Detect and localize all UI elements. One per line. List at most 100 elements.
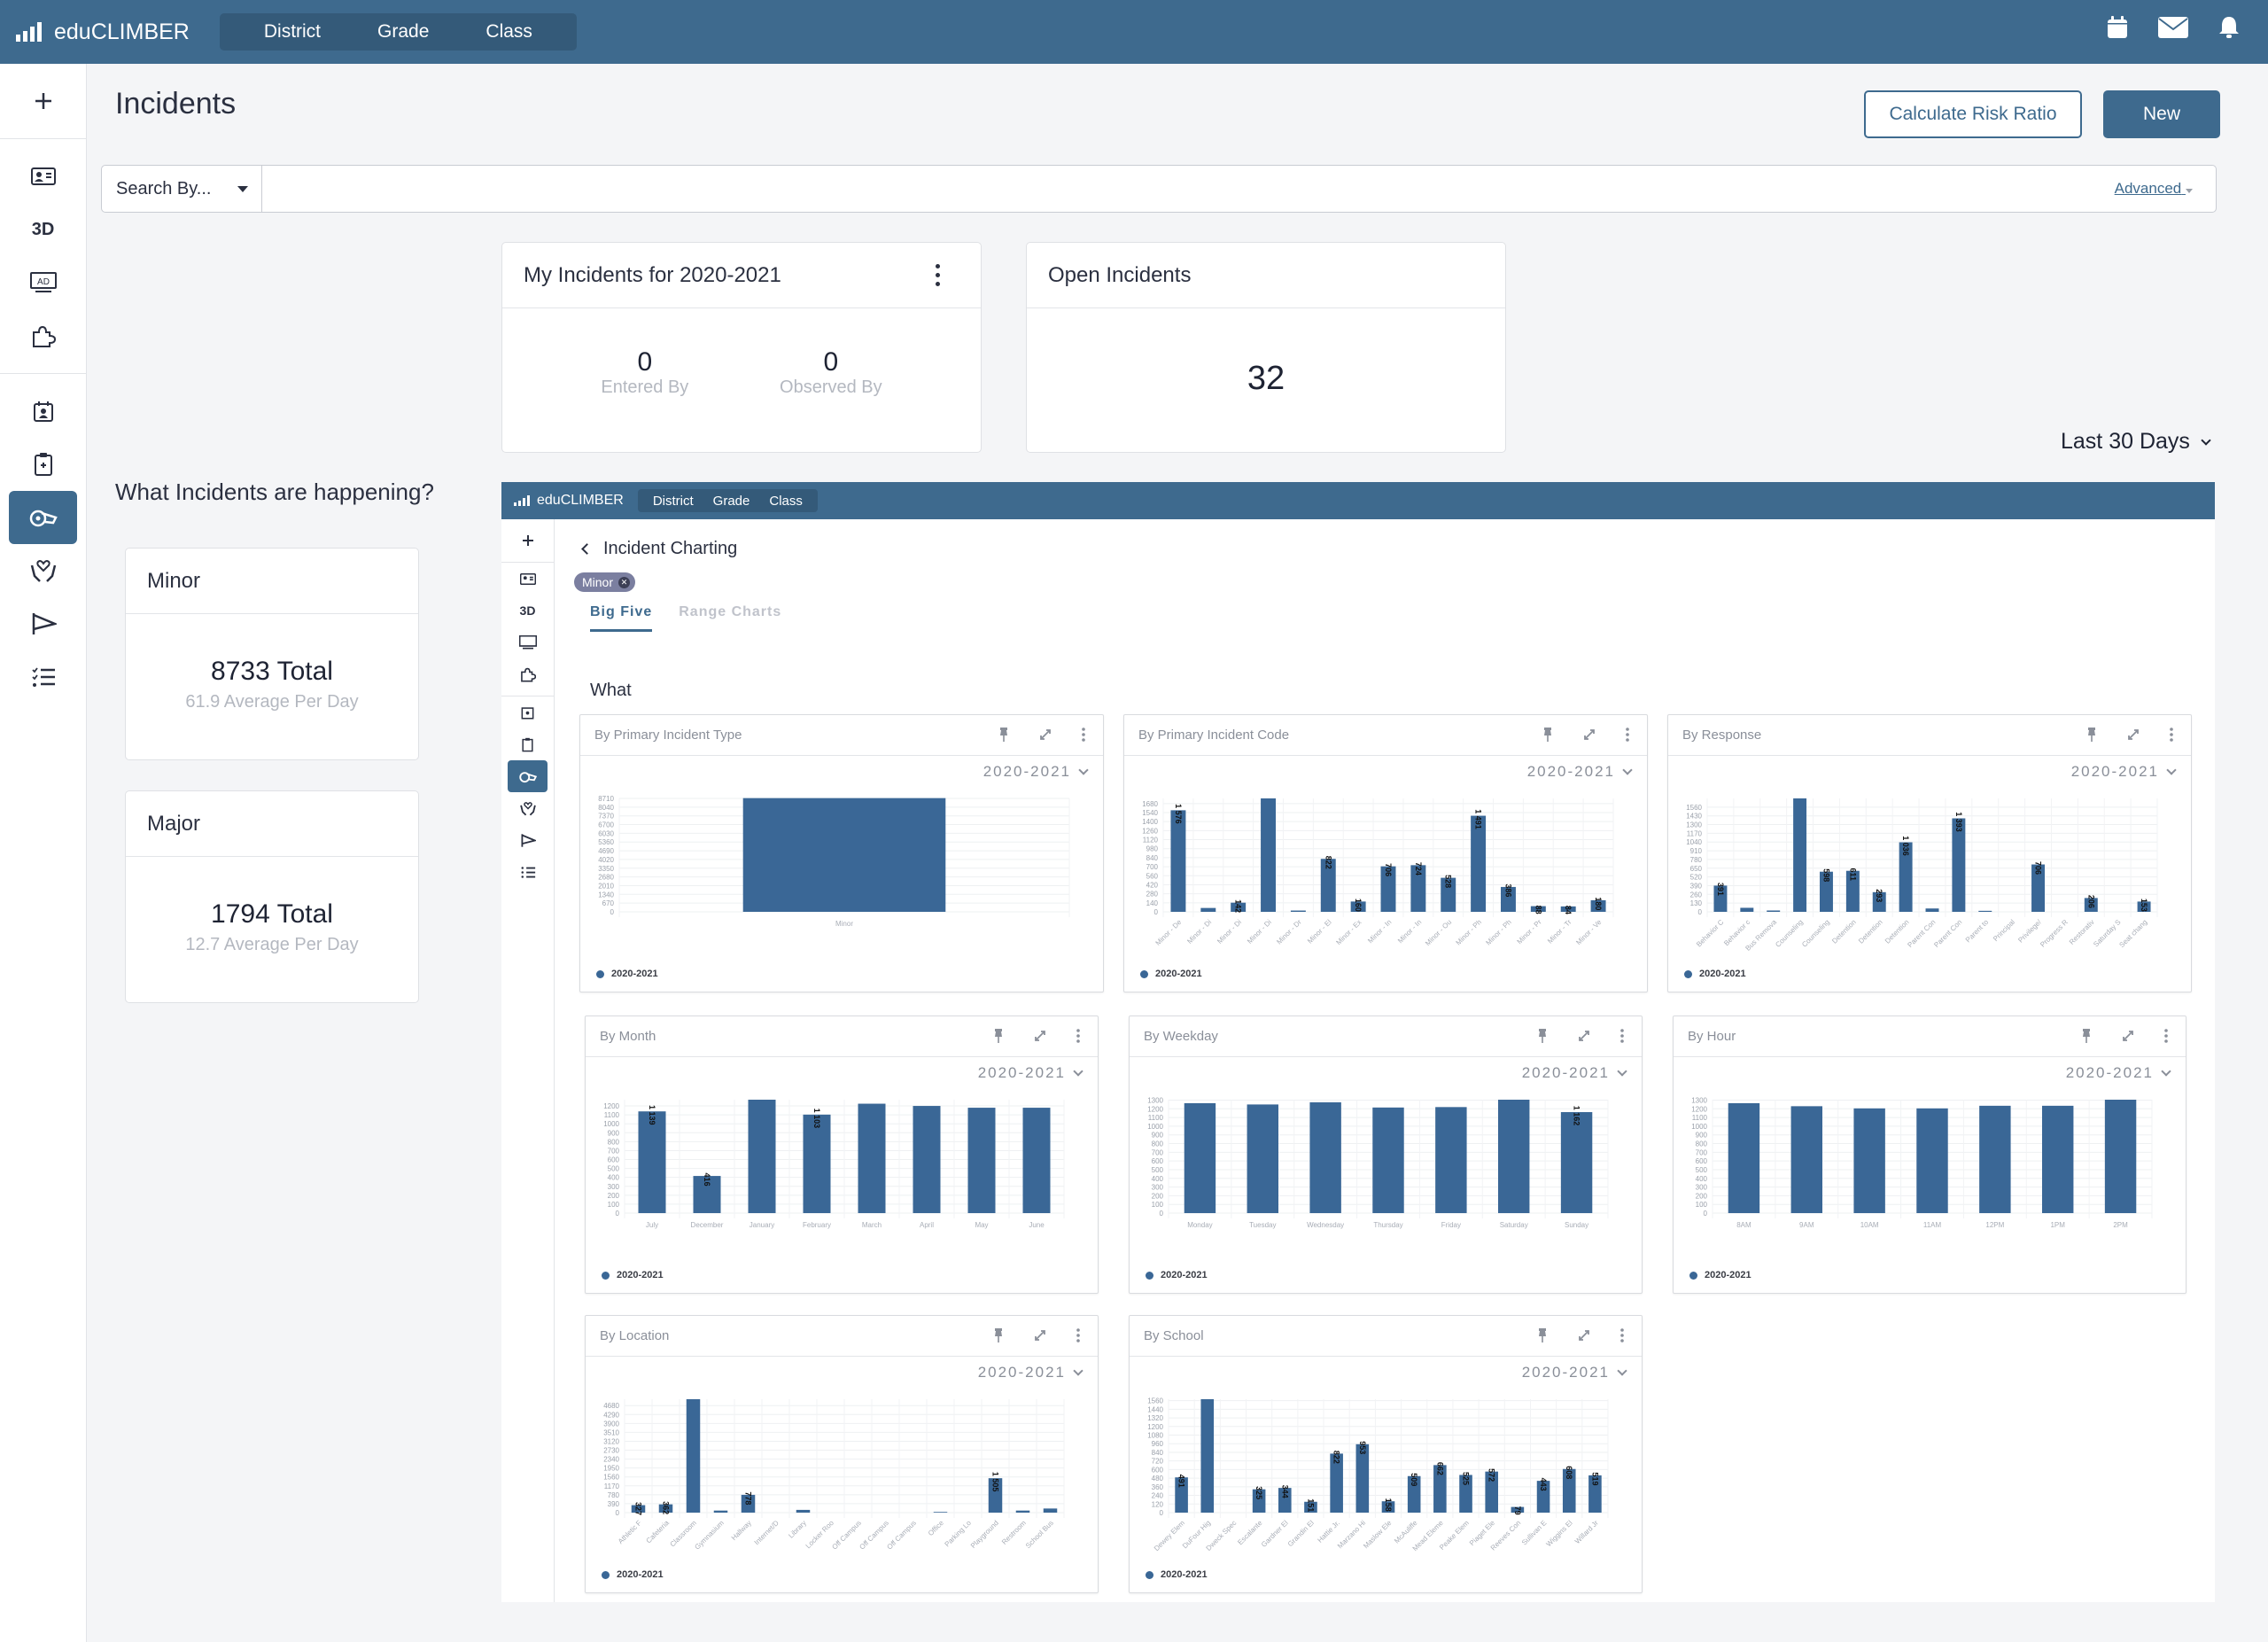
chart-legend[interactable]: 2020-2021: [1689, 1270, 1751, 1280]
bar[interactable]: [858, 1103, 886, 1213]
advanced-search-link[interactable]: Advanced: [2115, 180, 2193, 198]
pin-icon[interactable]: [2086, 728, 2097, 745]
new-incident-button[interactable]: New: [2103, 90, 2220, 138]
close-icon[interactable]: ✕: [618, 576, 631, 588]
year-select[interactable]: 2020-2021: [2066, 1064, 2171, 1082]
pin-icon[interactable]: [2081, 1029, 2092, 1047]
year-select[interactable]: 2020-2021: [1527, 763, 1633, 781]
bar[interactable]: [1471, 815, 1487, 912]
sidebar-item-incidents[interactable]: [9, 491, 77, 544]
bar[interactable]: [1793, 798, 1807, 912]
bar[interactable]: [1043, 1508, 1058, 1513]
expand-icon[interactable]: [1583, 728, 1596, 744]
sidebar-item-attendance[interactable]: [0, 385, 86, 438]
chart-legend[interactable]: 2020-2021: [602, 1569, 664, 1580]
bar[interactable]: [1790, 1106, 1822, 1213]
expand-icon[interactable]: [1034, 1329, 1046, 1345]
sidebar-item-ad[interactable]: AD: [0, 256, 86, 309]
bar[interactable]: [1372, 1107, 1404, 1213]
sidebar-item-interventions[interactable]: [0, 309, 86, 362]
bell-icon[interactable]: [2218, 16, 2240, 39]
bar[interactable]: [1015, 1510, 1030, 1513]
sidebar-item-health[interactable]: [0, 438, 86, 491]
bar[interactable]: [933, 1512, 948, 1513]
more-options-icon[interactable]: [2170, 728, 2173, 745]
observed-by-stat[interactable]: 0 Observed By: [780, 347, 882, 398]
year-select[interactable]: 2020-2021: [978, 1364, 1084, 1381]
pin-icon[interactable]: [1537, 1328, 1548, 1346]
sidebar-item-sel[interactable]: [0, 544, 86, 597]
expand-icon[interactable]: [1578, 1030, 1590, 1046]
search-by-dropdown[interactable]: Search By...: [101, 165, 262, 213]
more-options-icon[interactable]: [2164, 1029, 2168, 1047]
pin-icon[interactable]: [993, 1029, 1004, 1047]
bar[interactable]: [1290, 910, 1306, 912]
year-select[interactable]: 2020-2021: [983, 763, 1089, 781]
bar[interactable]: [1498, 1100, 1530, 1213]
bar[interactable]: [1916, 1108, 1948, 1213]
pin-icon[interactable]: [998, 728, 1009, 745]
nav-district[interactable]: District: [236, 21, 349, 43]
expand-icon[interactable]: [2127, 728, 2140, 744]
chart-legend[interactable]: 2020-2021: [1140, 969, 1202, 979]
chart-legend[interactable]: 2020-2021: [1146, 1270, 1208, 1280]
embedded-sidebar-sel[interactable]: [501, 792, 554, 824]
sidebar-item-tasks[interactable]: [0, 650, 86, 704]
bar[interactable]: [1200, 1399, 1215, 1513]
bar[interactable]: [1925, 908, 1939, 912]
open-incidents-card[interactable]: Open Incidents 32: [1026, 242, 1506, 453]
bar[interactable]: [1200, 907, 1216, 912]
brand-logo[interactable]: eduCLIMBER: [16, 19, 190, 45]
embedded-sidebar-ad[interactable]: [501, 626, 554, 658]
year-select[interactable]: 2020-2021: [978, 1064, 1084, 1082]
year-select[interactable]: 2020-2021: [1522, 1064, 1627, 1082]
expand-icon[interactable]: [1039, 728, 1052, 744]
sidebar-item-add[interactable]: [0, 64, 86, 138]
bar[interactable]: [1309, 1101, 1341, 1213]
date-range-dropdown[interactable]: Last 30 Days: [2061, 429, 2211, 455]
bar[interactable]: [1355, 1444, 1370, 1513]
more-options-icon[interactable]: [1082, 728, 1085, 745]
nav-class[interactable]: Class: [457, 21, 561, 43]
bar[interactable]: [1560, 1112, 1593, 1213]
pin-icon[interactable]: [1542, 728, 1553, 745]
bar[interactable]: [638, 1111, 666, 1213]
chart-legend[interactable]: 2020-2021: [602, 1270, 664, 1280]
pin-icon[interactable]: [993, 1328, 1004, 1346]
embedded-sidebar-attendance[interactable]: [501, 696, 554, 728]
bar[interactable]: [1261, 798, 1276, 912]
bar[interactable]: [686, 1399, 701, 1513]
calendar-icon[interactable]: [2107, 16, 2128, 39]
entered-by-stat[interactable]: 0 Entered By: [601, 347, 688, 398]
sidebar-item-goals[interactable]: [0, 597, 86, 650]
bar[interactable]: [742, 798, 946, 912]
more-options-icon[interactable]: [1626, 728, 1629, 745]
embedded-sidebar-interventions[interactable]: [501, 658, 554, 690]
major-summary-card[interactable]: Major 1794 Total 12.7 Average Per Day: [125, 790, 419, 1003]
more-options-icon[interactable]: [936, 264, 940, 286]
embedded-sidebar-goals[interactable]: [501, 824, 554, 856]
embedded-sidebar-tasks[interactable]: [501, 856, 554, 888]
calculate-risk-ratio-button[interactable]: Calculate Risk Ratio: [1864, 90, 2082, 138]
embedded-sidebar-add[interactable]: [501, 519, 554, 562]
expand-icon[interactable]: [1578, 1329, 1590, 1345]
bar[interactable]: [1435, 1107, 1467, 1213]
more-options-icon[interactable]: [1620, 1029, 1624, 1047]
year-select[interactable]: 2020-2021: [2071, 763, 2177, 781]
bar[interactable]: [1184, 1102, 1216, 1213]
advanced-label[interactable]: Advanced: [2115, 180, 2182, 197]
embedded-sidebar-profile[interactable]: [501, 563, 554, 595]
embedded-nav-district[interactable]: District: [643, 494, 703, 509]
expand-icon[interactable]: [2122, 1030, 2134, 1046]
bar[interactable]: [1728, 1102, 1760, 1213]
chart-legend[interactable]: 2020-2021: [596, 969, 658, 979]
bar[interactable]: [713, 1510, 728, 1513]
mail-icon[interactable]: [2158, 17, 2188, 38]
tab-range-charts[interactable]: Range Charts: [679, 604, 781, 632]
minor-summary-card[interactable]: Minor 8733 Total 61.9 Average Per Day: [125, 548, 419, 760]
bar[interactable]: [2042, 1105, 2074, 1213]
bar[interactable]: [1767, 910, 1781, 912]
bar[interactable]: [967, 1108, 996, 1213]
chart-legend[interactable]: 2020-2021: [1146, 1569, 1208, 1580]
bar[interactable]: [796, 1509, 811, 1513]
